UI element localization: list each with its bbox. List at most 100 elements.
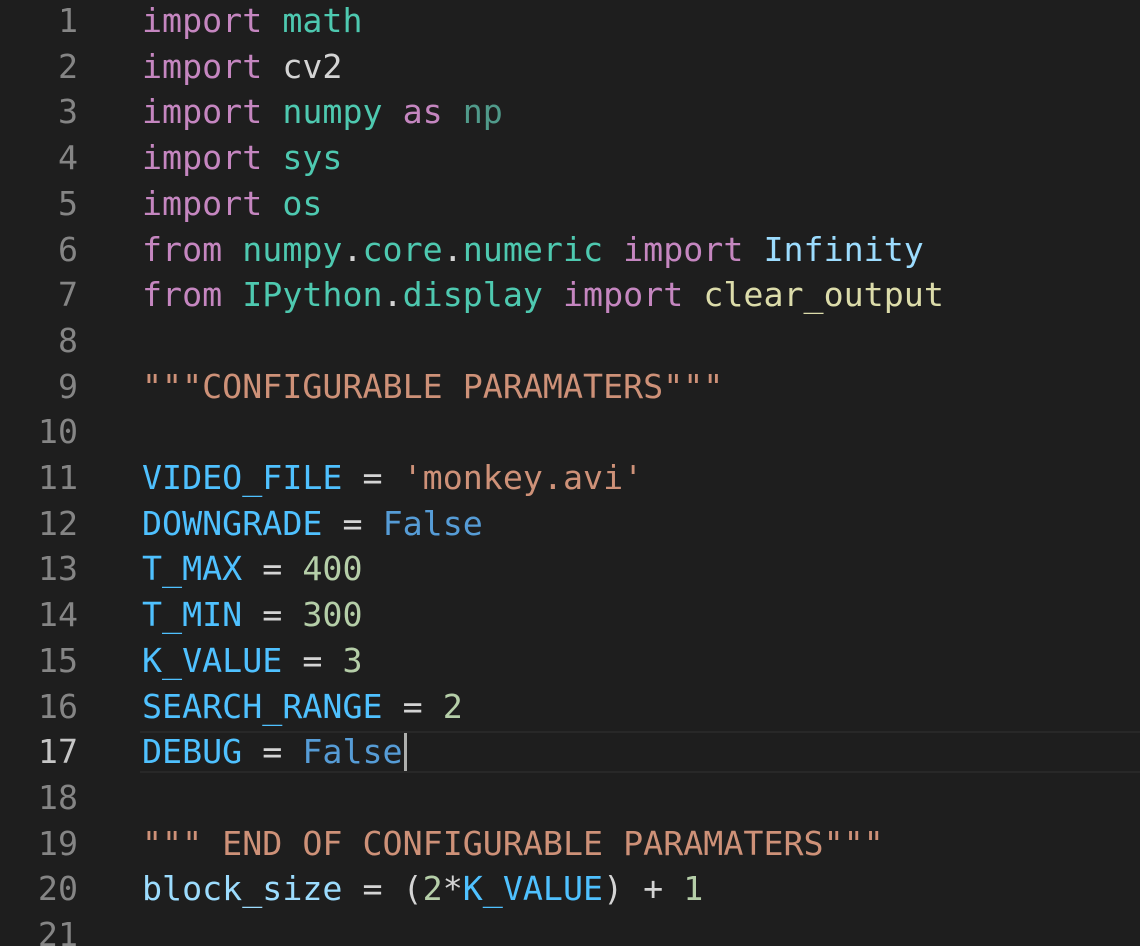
code-token: """ END OF CONFIGURABLE PARAMATERS""" [142,823,884,863]
line-number: 3 [57,92,78,132]
code-line[interactable]: 13 T_MAX = 400 [0,546,1140,592]
code-token: * [442,869,463,909]
code-line[interactable]: 7 from IPython.display import clear_outpu… [0,272,1140,318]
line-number: 13 [37,549,78,589]
code-text[interactable]: """ END OF CONFIGURABLE PARAMATERS""" [142,821,884,867]
code-token: import [142,1,263,40]
code-token: import [142,138,263,178]
code-token: False [302,732,403,772]
code-token: 300 [302,595,363,635]
code-line[interactable]: 5 import os [0,181,1140,227]
code-line[interactable]: 10 [0,409,1140,455]
code-line[interactable]: 4 import sys [0,135,1140,181]
code-token: numpy [242,229,343,269]
code-token: = [242,595,303,635]
code-token: = [242,732,303,772]
code-token: cv2 [282,46,343,86]
code-text[interactable]: block_size = (2*K_VALUE) + 1 [142,866,703,912]
code-text[interactable]: T_MIN = 300 [142,592,363,638]
code-token: import [562,275,684,315]
code-line[interactable]: 17 DEBUG = False [0,729,1140,775]
line-number: 4 [57,138,78,178]
code-token: """CONFIGURABLE PARAMATERS""" [142,366,724,406]
code-token: from [142,229,223,269]
code-line[interactable]: 3 import numpy as np [0,89,1140,135]
code-token: SEARCH_RANGE [142,686,383,726]
code-line[interactable]: 20 block_size = (2*K_VALUE) + 1 [0,866,1140,912]
code-line[interactable]: 14 T_MIN = 300 [0,592,1140,638]
code-token: K_VALUE [142,640,283,680]
code-line[interactable]: 1 import math [0,0,1140,44]
code-token: T_MAX [142,549,243,589]
code-token: 3 [342,640,363,680]
line-number: 5 [57,183,78,223]
line-number: 2 [57,46,78,86]
code-text[interactable]: K_VALUE = 3 [142,638,363,684]
code-line[interactable]: 11 VIDEO_FILE = 'monkey.avi' [0,455,1140,501]
code-token: display [402,275,543,315]
code-text[interactable]: DEBUG = False [142,729,407,775]
code-text[interactable]: import numpy as np [142,89,503,135]
line-number: 15 [37,640,78,680]
code-line[interactable]: 15 K_VALUE = 3 [0,638,1140,684]
code-token: False [382,503,483,543]
code-line[interactable]: 18 [0,775,1140,821]
code-token: import [142,92,263,132]
code-token: = [322,503,383,543]
code-token: numpy [282,92,383,132]
code-line[interactable]: 19 """ END OF CONFIGURABLE PARAMATERS""" [0,821,1140,867]
code-token: sys [282,138,343,178]
code-text[interactable]: import cv2 [142,44,342,90]
code-text[interactable]: VIDEO_FILE = 'monkey.avi' [142,455,643,501]
line-number: 11 [37,458,78,497]
line-number: 18 [37,777,78,817]
line-number: 12 [37,503,78,543]
code-line[interactable]: 6 from numpy.core.numeric import Infinity [0,227,1140,273]
code-token: = [282,640,343,680]
text-cursor [403,732,407,771]
code-token: . [382,275,403,315]
code-text[interactable]: import math [142,0,363,44]
code-line[interactable]: 9 """CONFIGURABLE PARAMATERS""" [0,364,1140,410]
line-number: 16 [37,686,78,726]
code-token: IPython [242,275,383,315]
code-token: . [442,229,463,269]
code-text[interactable]: import os [142,181,322,227]
code-text[interactable]: """CONFIGURABLE PARAMATERS""" [142,364,723,410]
code-token: DEBUG [142,732,243,772]
code-token: 2 [442,686,463,726]
code-token: import [623,229,744,269]
line-number: 8 [57,320,78,360]
code-token: import [142,183,263,223]
code-token: T_MIN [142,595,243,635]
code-token: K_VALUE [462,869,604,909]
code-text[interactable]: SEARCH_RANGE = 2 [142,684,463,730]
code-text[interactable]: import sys [142,135,342,181]
code-line[interactable]: 2 import cv2 [0,44,1140,90]
code-text[interactable]: DOWNGRADE = False [142,501,483,547]
code-token: as [402,92,443,132]
line-number: 9 [57,366,78,406]
line-number: 14 [37,595,78,635]
code-line[interactable]: 8 [0,318,1140,364]
code-token: numeric [462,229,604,269]
code-token: = ( [342,869,423,909]
code-line[interactable]: 16 SEARCH_RANGE = 2 [0,684,1140,730]
code-token: core [362,229,443,269]
code-editor[interactable]: 1 import math 2 import cv2 3 import numpy as … [0,0,1140,946]
code-token: np [462,92,503,132]
code-line[interactable]: 21 [0,912,1140,946]
code-text[interactable]: from IPython.display import clear_output [142,272,944,318]
code-text[interactable]: T_MAX = 400 [142,546,363,592]
code-token: = [242,549,303,589]
code-line[interactable]: 12 DOWNGRADE = False [0,501,1140,547]
code-text[interactable]: from numpy.core.numeric import Infinity [142,227,924,273]
code-token: 1 [683,869,704,909]
